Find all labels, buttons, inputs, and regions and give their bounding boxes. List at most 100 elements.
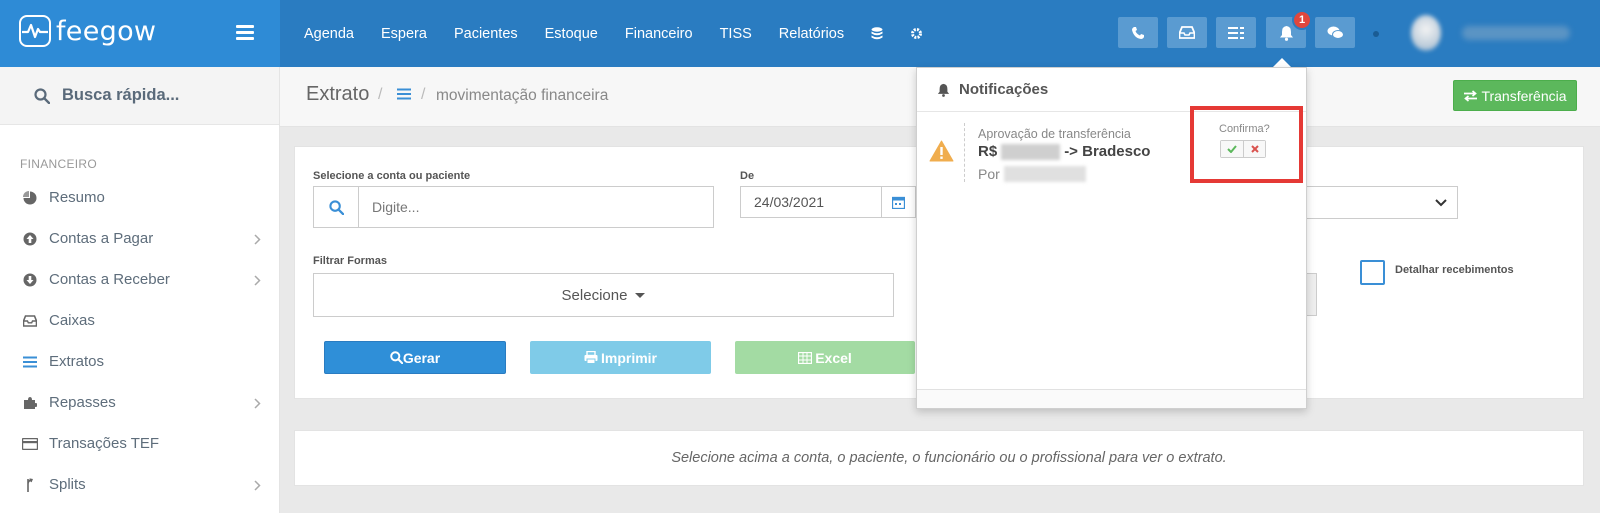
brand-area: feegow bbox=[0, 0, 280, 67]
sidebar-item-contas-a-pagar[interactable]: Contas a Pagar bbox=[0, 218, 279, 259]
filter-select[interactable] bbox=[1295, 186, 1458, 219]
notification-title: Aprovação de transferência bbox=[978, 127, 1131, 141]
credit-card-icon bbox=[22, 436, 38, 452]
date-from-group bbox=[740, 186, 916, 218]
bell-icon bbox=[1279, 25, 1293, 41]
forms-filter-select[interactable]: Selecione bbox=[313, 273, 894, 317]
confirm-buttons bbox=[1220, 140, 1266, 158]
nav-pacientes[interactable]: Pacientes bbox=[454, 26, 518, 42]
account-search-input[interactable] bbox=[358, 186, 714, 228]
date-from-input[interactable] bbox=[740, 186, 882, 218]
chevron-right-icon bbox=[254, 396, 261, 412]
confirm-reject-button[interactable] bbox=[1243, 141, 1265, 157]
breadcrumb-list-icon[interactable] bbox=[397, 87, 411, 103]
excel-button[interactable]: Excel bbox=[735, 341, 915, 374]
sidebar-item-extratos[interactable]: Extratos bbox=[0, 341, 279, 382]
transfer-arrows-icon bbox=[1464, 89, 1478, 102]
inbox-button[interactable] bbox=[1167, 17, 1207, 48]
account-search-group bbox=[313, 186, 714, 228]
chat-icon bbox=[1327, 26, 1344, 39]
nav-agenda[interactable]: Agenda bbox=[304, 26, 354, 42]
quick-search-label: Busca rápida... bbox=[62, 86, 180, 104]
sidebar-item-label: Extratos bbox=[49, 353, 105, 370]
nav-estoque[interactable]: Estoque bbox=[545, 26, 598, 42]
notification-amount: R$ -> Bradesco bbox=[978, 143, 1150, 160]
print-button-label: Imprimir bbox=[600, 349, 657, 366]
avatar[interactable] bbox=[1411, 15, 1441, 51]
sidebar-item-repasses[interactable]: Repasses bbox=[0, 382, 279, 423]
confirm-check-button[interactable] bbox=[1221, 141, 1243, 157]
generate-button-label: Gerar bbox=[402, 349, 441, 366]
redacted-amount bbox=[1001, 143, 1061, 160]
quick-search[interactable]: Busca rápida... bbox=[0, 67, 279, 125]
gear-icon[interactable] bbox=[910, 27, 923, 40]
sidebar-item-label: Contas a Pagar bbox=[49, 230, 154, 247]
logo[interactable]: feegow bbox=[19, 15, 156, 47]
sidebar: Busca rápida... FINANCEIRO Resumo Contas… bbox=[0, 67, 280, 513]
phone-icon bbox=[1132, 26, 1144, 39]
sidebar-item-splits[interactable]: Splits bbox=[0, 464, 279, 505]
calendar-icon[interactable] bbox=[882, 186, 916, 218]
chevron-right-icon bbox=[254, 232, 261, 248]
author-prefix: Por bbox=[978, 166, 1000, 182]
transfer-button[interactable]: Transferência bbox=[1453, 80, 1577, 111]
excel-button-label: Excel bbox=[815, 349, 852, 366]
pie-chart-icon bbox=[22, 190, 38, 206]
search-icon bbox=[34, 87, 50, 104]
status-dot bbox=[1373, 31, 1379, 37]
detail-receipts-checkbox[interactable] bbox=[1360, 260, 1385, 285]
sidebar-item-caixas[interactable]: Caixas bbox=[0, 300, 279, 341]
account-label: Selecione a conta ou paciente bbox=[313, 170, 471, 182]
sidebar-item-label: Contas a Receber bbox=[49, 271, 170, 288]
inbox-icon bbox=[1179, 26, 1195, 39]
notifications-title: Notificações bbox=[959, 81, 1049, 98]
menu-toggle-icon[interactable] bbox=[236, 25, 254, 43]
page-subtitle: movimentação financeira bbox=[436, 87, 609, 104]
chevron-down-icon bbox=[1435, 198, 1447, 206]
sidebar-item-transacoes-tef[interactable]: Transações TEF bbox=[0, 423, 279, 464]
notifications-footer bbox=[917, 389, 1306, 408]
database-icon[interactable] bbox=[871, 26, 883, 41]
notification-badge: 1 bbox=[1292, 10, 1312, 30]
confirm-label: Confirma? bbox=[1219, 123, 1270, 135]
amount-destination: -> Bradesco bbox=[1064, 143, 1151, 160]
user-name-redacted[interactable] bbox=[1462, 26, 1570, 40]
puzzle-icon bbox=[22, 395, 38, 411]
printer-icon bbox=[584, 351, 598, 364]
sidebar-section-title: FINANCEIRO bbox=[20, 157, 98, 171]
amount-prefix: R$ bbox=[978, 143, 998, 160]
tasks-button[interactable] bbox=[1216, 17, 1256, 48]
inbox-icon bbox=[22, 313, 38, 329]
sidebar-item-label: Repasses bbox=[49, 394, 116, 411]
redacted-author bbox=[1003, 166, 1086, 182]
date-from-label: De bbox=[740, 170, 755, 182]
notification-author: Por bbox=[978, 166, 1086, 182]
warning-icon bbox=[929, 140, 954, 165]
sidebar-item-label: Resumo bbox=[49, 189, 105, 206]
logo-text: feegow bbox=[56, 15, 157, 47]
sidebar-item-label: Splits bbox=[49, 476, 86, 493]
generate-button[interactable]: Gerar bbox=[324, 341, 506, 374]
breadcrumb-separator: / bbox=[378, 86, 383, 103]
notification-divider bbox=[964, 123, 965, 182]
search-icon[interactable] bbox=[313, 186, 358, 228]
detail-receipts-label: Detalhar recebimentos bbox=[1395, 264, 1514, 276]
nav-espera[interactable]: Espera bbox=[381, 26, 427, 42]
nav-relatorios[interactable]: Relatórios bbox=[779, 26, 844, 42]
nav-tiss[interactable]: TISS bbox=[720, 26, 752, 42]
chevron-right-icon bbox=[254, 478, 261, 494]
breadcrumb-separator: / bbox=[421, 86, 426, 103]
arrow-up-circle-icon bbox=[22, 231, 38, 247]
notifications-button[interactable]: 1 bbox=[1266, 10, 1312, 48]
sidebar-item-contas-a-receber[interactable]: Contas a Receber bbox=[0, 259, 279, 300]
arrow-down-circle-icon bbox=[22, 272, 38, 288]
search-icon bbox=[390, 351, 403, 364]
check-icon bbox=[1227, 145, 1237, 153]
print-button[interactable]: Imprimir bbox=[530, 341, 711, 374]
chat-button[interactable] bbox=[1315, 17, 1355, 48]
nav-financeiro[interactable]: Financeiro bbox=[625, 26, 693, 42]
sidebar-item-resumo[interactable]: Resumo bbox=[0, 177, 279, 218]
forms-filter-value: Selecione bbox=[561, 286, 628, 304]
phone-button[interactable] bbox=[1118, 17, 1158, 48]
main-nav: Agenda Espera Pacientes Estoque Financei… bbox=[304, 0, 950, 67]
